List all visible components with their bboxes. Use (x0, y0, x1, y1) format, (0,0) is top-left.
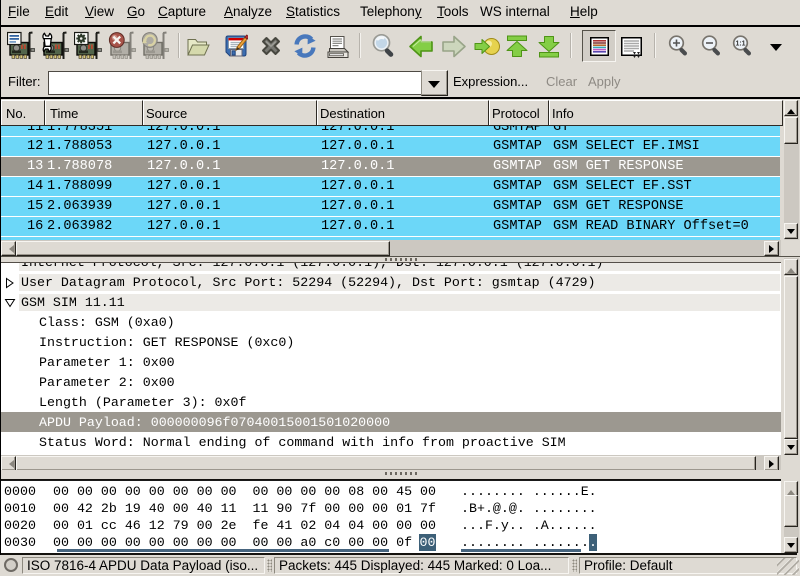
svg-text:1:1: 1:1 (735, 41, 745, 48)
